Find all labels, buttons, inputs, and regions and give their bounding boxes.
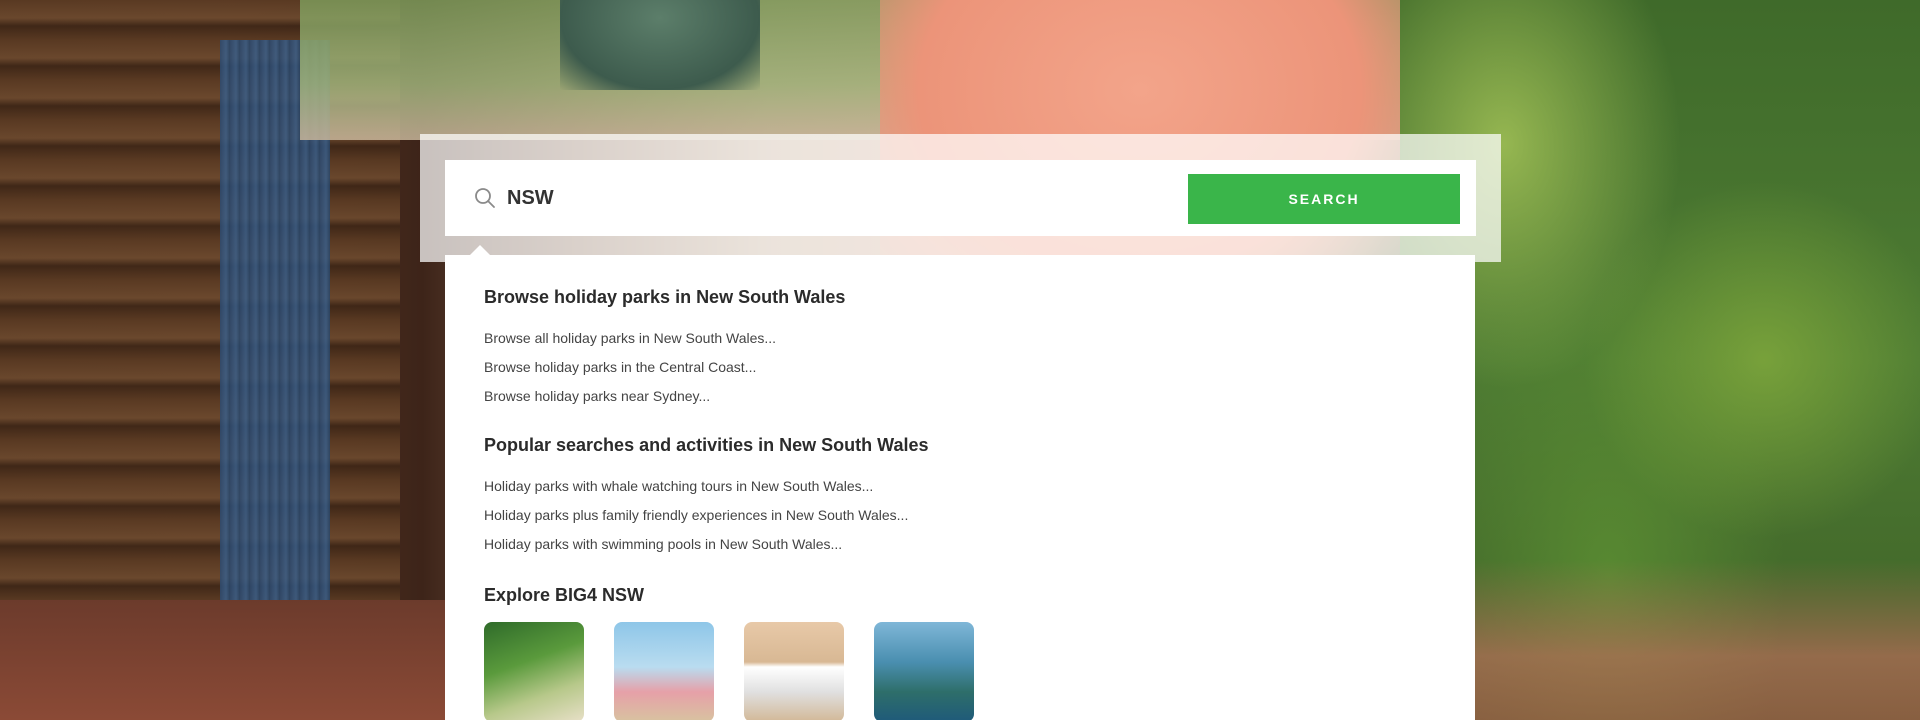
suggestion-link[interactable]: Browse holiday parks in the Central Coas… (484, 353, 1436, 382)
search-box: SEARCH (445, 160, 1476, 236)
background-floor-left (0, 600, 450, 720)
browse-list: Browse all holiday parks in New South Wa… (484, 324, 1436, 411)
suggestion-link[interactable]: Holiday parks with swimming pools in New… (484, 530, 1436, 559)
search-button[interactable]: SEARCH (1188, 174, 1460, 224)
browse-section-heading: Browse holiday parks in New South Wales (484, 287, 846, 307)
explore-tile-caravan[interactable] (744, 622, 844, 720)
background-wood-wall (0, 0, 400, 720)
background-lawn (300, 0, 1500, 140)
background-blue-panel (220, 40, 330, 660)
hero-background: SEARCH Browse holiday parks in New South… (0, 0, 1920, 720)
search-input[interactable] (507, 178, 1107, 218)
background-palm-leaves (1400, 0, 1920, 720)
search-suggestions-dropdown: Browse holiday parks in New South Wales … (445, 255, 1475, 720)
popular-list: Holiday parks with whale watching tours … (484, 472, 1436, 559)
background-helmet (560, 0, 760, 90)
popular-section-heading: Popular searches and activities in New S… (484, 435, 929, 455)
suggestion-link[interactable]: Browse holiday parks near Sydney... (484, 382, 1436, 411)
explore-section-heading: Explore BIG4 NSW (484, 585, 645, 605)
explore-tile-beach-kids[interactable] (614, 622, 714, 720)
explore-tile-coastal-bridge[interactable] (874, 622, 974, 720)
background-floor-right (1450, 560, 1920, 720)
suggestion-link[interactable]: Browse all holiday parks in New South Wa… (484, 324, 1436, 353)
search-icon (473, 186, 497, 210)
dropdown-caret (470, 245, 490, 255)
explore-tile-tropical[interactable] (484, 622, 584, 720)
explore-tiles (484, 622, 1436, 720)
suggestion-link[interactable]: Holiday parks plus family friendly exper… (484, 501, 1436, 530)
suggestion-link[interactable]: Holiday parks with whale watching tours … (484, 472, 1436, 501)
